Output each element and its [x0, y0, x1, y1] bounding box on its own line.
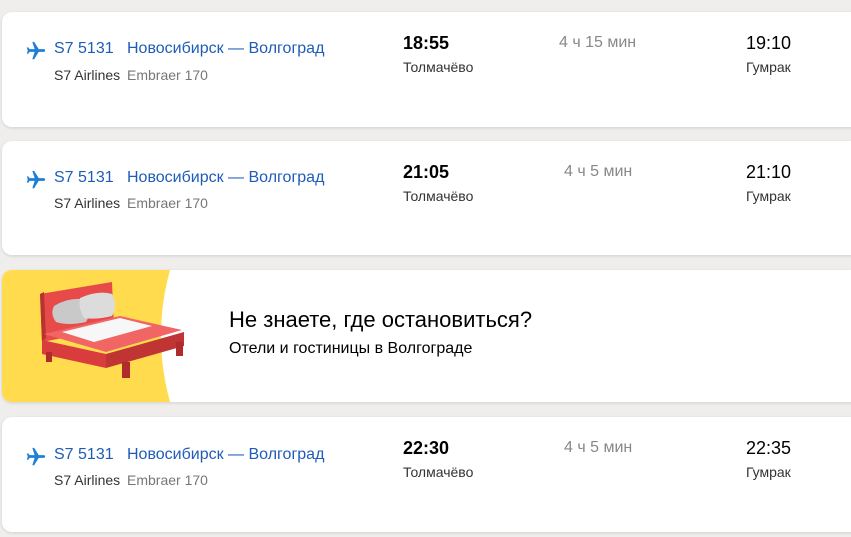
departure-airport: Толмачёво	[403, 59, 474, 75]
departure-time: 22:30	[403, 438, 450, 458]
flight-duration: 4 ч 15 мин	[559, 34, 637, 51]
arrival-airport: Гумрак	[746, 464, 791, 480]
aircraft-type: Embraer 170	[127, 67, 208, 83]
flight-duration: 4 ч 5 мин	[564, 439, 633, 456]
flight-card[interactable]: S7 5131 Новосибирск — Волгоград S7 Airli…	[2, 417, 851, 532]
departure-time: 21:05	[403, 162, 450, 182]
arrival-time: 19:10	[746, 33, 792, 53]
plane-icon	[25, 446, 47, 468]
arrival-time: 22:35	[746, 438, 792, 458]
flight-number-link[interactable]: S7 5131	[54, 169, 114, 187]
flight-number-link[interactable]: S7 5131	[54, 40, 114, 58]
airline-name: S7 Airlines	[54, 472, 121, 488]
route-link[interactable]: Новосибирск — Волгоград	[127, 40, 324, 58]
arrival-airport: Гумрак	[746, 59, 791, 75]
departure-time: 18:55	[403, 33, 450, 53]
flight-duration: 4 ч 5 мин	[564, 163, 633, 180]
arrival-airport: Гумрак	[746, 188, 791, 204]
promo-subtitle-link[interactable]: Отели и гостиницы в Волгограде	[229, 340, 472, 358]
airline-name: S7 Airlines	[54, 67, 121, 83]
flight-card[interactable]: S7 5131 Новосибирск — Волгоград S7 Airli…	[2, 141, 851, 255]
flight-number-link[interactable]: S7 5131	[54, 446, 114, 464]
departure-airport: Толмачёво	[403, 464, 474, 480]
arrival-time: 21:10	[746, 162, 792, 182]
plane-icon	[25, 40, 47, 62]
departure-airport: Толмачёво	[403, 188, 474, 204]
airline-name: S7 Airlines	[54, 195, 121, 211]
route-link[interactable]: Новосибирск — Волгоград	[127, 446, 324, 464]
bed-icon	[2, 270, 202, 402]
aircraft-type: Embraer 170	[127, 472, 208, 488]
hotel-promo-banner[interactable]: Не знаете, где остановиться? Отели и гос…	[2, 270, 851, 402]
route-link[interactable]: Новосибирск — Волгоград	[127, 169, 324, 187]
promo-title: Не знаете, где остановиться?	[229, 307, 533, 332]
flight-card[interactable]: S7 5131 Новосибирск — Волгоград S7 Airli…	[2, 12, 851, 127]
plane-icon	[25, 169, 47, 191]
aircraft-type: Embraer 170	[127, 195, 208, 211]
